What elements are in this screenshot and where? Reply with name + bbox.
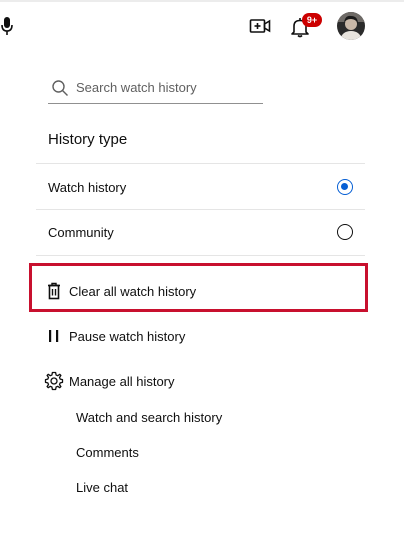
- live-chat-link[interactable]: Live chat: [76, 480, 128, 495]
- divider: [36, 255, 365, 256]
- pause-icon: [44, 326, 64, 346]
- clear-history-label: Clear all watch history: [69, 283, 197, 299]
- option-label: Watch history: [48, 179, 127, 195]
- gear-icon: [44, 371, 64, 391]
- top-border: [0, 0, 404, 2]
- watch-search-history-link[interactable]: Watch and search history: [76, 410, 222, 425]
- clear-history-button[interactable]: Clear all watch history: [44, 277, 196, 305]
- pause-history-label: Pause watch history: [69, 328, 186, 344]
- notifications-button[interactable]: 9+: [289, 12, 323, 42]
- video-plus-icon[interactable]: [248, 14, 272, 38]
- trash-icon: [44, 281, 64, 301]
- history-type-title: History type: [48, 131, 128, 148]
- notification-badge: 9+: [302, 13, 322, 27]
- search-icon[interactable]: [50, 78, 70, 98]
- mic-icon[interactable]: [0, 14, 14, 38]
- history-type-option-community[interactable]: Community: [36, 210, 365, 254]
- history-type-option-watch[interactable]: Watch history: [36, 165, 365, 209]
- manage-history-label: Manage all history: [69, 373, 175, 389]
- radio-unselected[interactable]: [337, 224, 353, 240]
- manage-history-button[interactable]: Manage all history: [44, 367, 175, 395]
- history-panel: 9+ History type Watch history Community: [0, 0, 404, 560]
- option-label: Community: [48, 224, 114, 240]
- search-input[interactable]: [76, 80, 256, 95]
- avatar[interactable]: [337, 12, 365, 40]
- radio-selected[interactable]: [337, 179, 353, 195]
- pause-history-button[interactable]: Pause watch history: [44, 322, 185, 350]
- comments-link[interactable]: Comments: [76, 445, 139, 460]
- search-bar: [48, 72, 263, 104]
- divider: [36, 163, 365, 164]
